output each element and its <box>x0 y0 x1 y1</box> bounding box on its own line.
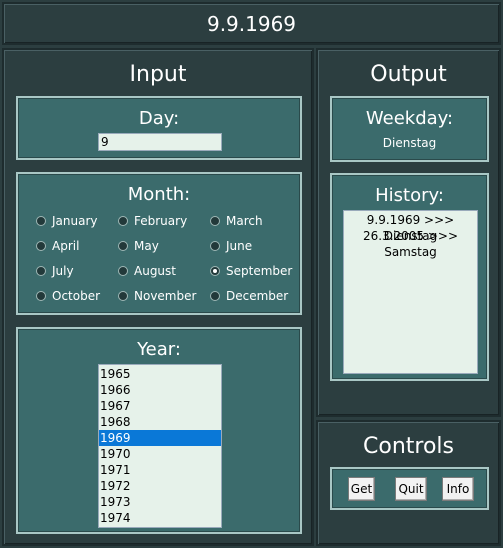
history-listbox[interactable]: 9.9.1969 >>> Dienstag 26.3.2005 >>> Samst… <box>343 210 478 374</box>
month-option-december[interactable]: December <box>210 289 288 303</box>
radio-button[interactable] <box>210 241 220 251</box>
info-button[interactable]: Info <box>442 477 474 501</box>
month-option-label: October <box>52 289 101 303</box>
month-option-march[interactable]: March <box>210 214 263 228</box>
radio-button[interactable] <box>36 241 46 251</box>
radio-button[interactable] <box>118 241 128 251</box>
month-option-february[interactable]: February <box>118 214 187 228</box>
radio-button[interactable] <box>210 216 220 226</box>
radio-button[interactable] <box>36 291 46 301</box>
history-list-item[interactable]: 9.9.1969 >>> Dienstag <box>344 212 477 243</box>
month-option-label: February <box>134 214 188 228</box>
radio-button[interactable] <box>36 216 46 226</box>
radio-button[interactable] <box>118 266 128 276</box>
year-list-item[interactable]: 1965 <box>99 366 221 382</box>
radio-button[interactable] <box>36 266 46 276</box>
month-option-october[interactable]: October <box>36 289 100 303</box>
year-listbox[interactable]: 1965 1966 1967 1968 1969 1970 1971 1972 1973 1974 <box>98 364 222 528</box>
month-option-august[interactable]: August <box>118 264 176 278</box>
history-panel: History: 9.9.1969 >>> Dienstag 26.3.2005 … <box>330 173 489 381</box>
month-option-label: August <box>134 264 176 278</box>
year-list-item[interactable]: 1968 <box>99 414 221 430</box>
radio-button[interactable] <box>210 291 220 301</box>
quit-button[interactable]: Quit <box>395 477 427 501</box>
month-option-label: April <box>52 239 80 253</box>
month-option-label: July <box>52 264 74 278</box>
weekday-value: Dienstag <box>382 136 437 150</box>
input-title: Input <box>129 62 187 87</box>
controls-panel: Get Quit Info <box>330 467 489 510</box>
month-option-june[interactable]: June <box>210 239 252 253</box>
day-label: Day: <box>138 108 180 129</box>
month-option-label: May <box>134 239 159 253</box>
month-option-july[interactable]: July <box>36 264 74 278</box>
year-list-item[interactable]: 1974 <box>99 510 221 526</box>
year-list-item[interactable]: 1971 <box>99 462 221 478</box>
window-title: 9.9.1969 <box>206 11 297 36</box>
month-option-april[interactable]: April <box>36 239 79 253</box>
year-list-item[interactable]: 1970 <box>99 446 221 462</box>
output-section: Output Weekday: Dienstag History: 9.9.19… <box>316 48 501 417</box>
controls-title: Controls <box>363 434 454 459</box>
radio-button[interactable] <box>118 291 128 301</box>
year-list-item[interactable]: 1966 <box>99 382 221 398</box>
month-option-label: September <box>226 264 293 278</box>
month-option-label: June <box>226 239 253 253</box>
year-list-item[interactable]: 1973 <box>99 494 221 510</box>
title-bar: 9.9.1969 <box>2 2 501 45</box>
day-panel: Day: 9 <box>16 96 302 160</box>
month-option-november[interactable]: November <box>118 289 196 303</box>
input-section: Input Day: 9 Month: January February March… <box>2 48 314 546</box>
get-button[interactable]: Get <box>348 477 375 501</box>
year-list-item[interactable]: 1972 <box>99 478 221 494</box>
month-option-september[interactable]: September <box>210 264 292 278</box>
month-option-january[interactable]: January <box>36 214 98 228</box>
month-option-label: December <box>226 289 289 303</box>
month-panel: Month: January February March April May June J… <box>16 172 302 315</box>
month-option-label: November <box>134 289 197 303</box>
history-list-item[interactable]: 26.3.2005 >>> Samstag <box>344 228 477 259</box>
output-title: Output <box>370 62 447 87</box>
radio-button[interactable] <box>210 266 220 276</box>
year-label: Year: <box>137 339 181 360</box>
history-label: History: <box>375 185 444 206</box>
month-option-may[interactable]: May <box>118 239 159 253</box>
radio-button[interactable] <box>118 216 128 226</box>
weekday-panel: Weekday: Dienstag <box>330 96 489 162</box>
month-option-label: March <box>226 214 263 228</box>
year-list-item[interactable]: 1967 <box>99 398 221 414</box>
weekday-label: Weekday: <box>365 108 454 129</box>
day-input[interactable]: 9 <box>98 133 222 151</box>
year-panel: Year: 1965 1966 1967 1968 1969 1970 1971 1972 19… <box>16 327 302 534</box>
month-label: Month: <box>127 184 191 205</box>
month-option-label: January <box>52 214 98 228</box>
controls-section: Controls Get Quit Info <box>316 420 501 546</box>
year-list-item[interactable]: 1969 <box>99 430 221 446</box>
